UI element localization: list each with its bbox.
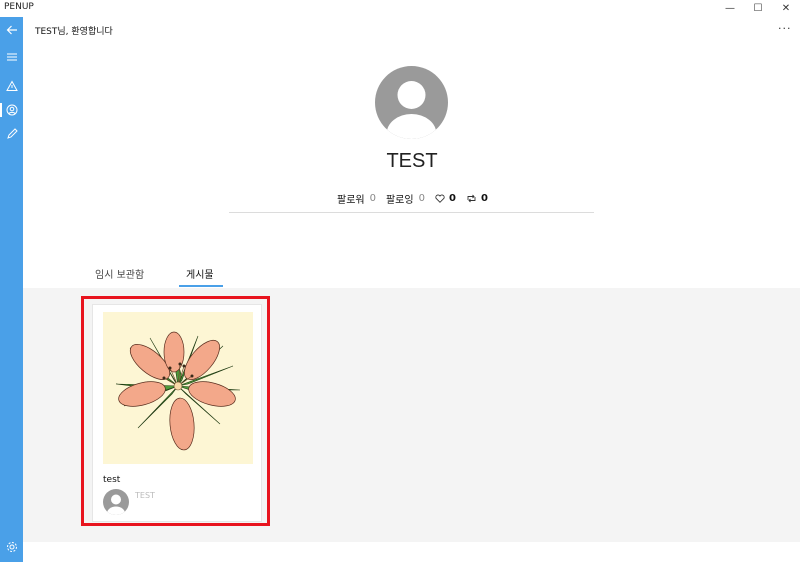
maximize-button[interactable]: ☐ — [744, 0, 772, 17]
repost-icon — [467, 194, 476, 203]
profile-divider — [229, 212, 594, 213]
follower-count: 0 — [369, 193, 376, 204]
profile-icon[interactable] — [0, 100, 23, 120]
following-label[interactable]: 팔로잉 — [386, 191, 414, 206]
reposts-count: 0 — [480, 193, 488, 204]
minimize-button[interactable]: — — [716, 0, 744, 17]
profile-stats: 팔로워 0 팔로잉 0 0 0 — [337, 191, 488, 206]
warning-icon[interactable] — [0, 76, 23, 96]
heart-icon — [435, 194, 445, 203]
tab-posts[interactable]: 게시물 — [186, 266, 214, 281]
bottom-area — [23, 542, 800, 562]
settings-icon[interactable] — [0, 537, 23, 557]
welcome-text: TEST님, 환영합니다 — [35, 27, 113, 37]
selection-highlight — [81, 296, 270, 526]
close-button[interactable]: ✕ — [772, 0, 800, 17]
profile-avatar — [375, 66, 448, 139]
app-title: PENUP — [4, 2, 34, 12]
likes-count: 0 — [448, 193, 456, 204]
follower-label[interactable]: 팔로워 — [337, 191, 365, 206]
sidebar — [0, 17, 23, 562]
tab-drafts[interactable]: 임시 보관함 — [95, 266, 144, 281]
more-options-button[interactable]: ··· — [778, 22, 792, 35]
following-count: 0 — [418, 193, 425, 204]
active-tab-underline — [179, 285, 223, 287]
back-arrow-icon[interactable] — [0, 20, 23, 40]
pencil-icon[interactable] — [0, 124, 23, 144]
title-bar: PENUP — ☐ ✕ — [0, 0, 800, 17]
profile-username: TEST — [386, 150, 438, 172]
menu-icon[interactable] — [0, 47, 23, 67]
